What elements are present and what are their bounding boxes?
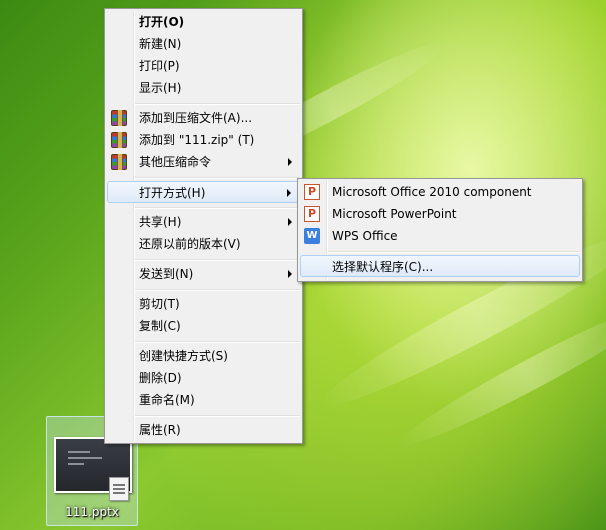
file-name-label: 111.pptx bbox=[65, 505, 119, 519]
submenu-item-office-2010[interactable]: P Microsoft Office 2010 component bbox=[300, 181, 580, 203]
open-with-submenu: P Microsoft Office 2010 component P Micr… bbox=[297, 178, 583, 282]
menu-item-print[interactable]: 打印(P) bbox=[107, 55, 300, 77]
context-menu: 打开(O) 新建(N) 打印(P) 显示(H) 添加到压缩文件(A)... 添加… bbox=[104, 8, 303, 444]
menu-separator bbox=[135, 103, 300, 105]
menu-item-open[interactable]: 打开(O) bbox=[107, 11, 300, 33]
archive-icon bbox=[111, 154, 127, 170]
menu-item-new[interactable]: 新建(N) bbox=[107, 33, 300, 55]
submenu-arrow-icon bbox=[288, 218, 292, 226]
menu-item-create-shortcut[interactable]: 创建快捷方式(S) bbox=[107, 345, 300, 367]
menu-item-open-with[interactable]: 打开方式(H) bbox=[107, 181, 300, 203]
menu-item-properties[interactable]: 属性(R) bbox=[107, 419, 300, 441]
pptx-file-type-icon bbox=[109, 477, 129, 501]
archive-icon bbox=[111, 110, 127, 126]
menu-item-copy[interactable]: 复制(C) bbox=[107, 315, 300, 337]
powerpoint-icon: P bbox=[304, 184, 320, 200]
submenu-item-choose-default[interactable]: 选择默认程序(C)... bbox=[300, 255, 580, 277]
menu-item-show[interactable]: 显示(H) bbox=[107, 77, 300, 99]
menu-separator bbox=[135, 289, 300, 291]
menu-item-restore-versions[interactable]: 还原以前的版本(V) bbox=[107, 233, 300, 255]
menu-item-send-to[interactable]: 发送到(N) bbox=[107, 263, 300, 285]
menu-item-other-compress[interactable]: 其他压缩命令 bbox=[107, 151, 300, 173]
menu-item-delete[interactable]: 删除(D) bbox=[107, 367, 300, 389]
menu-item-share[interactable]: 共享(H) bbox=[107, 211, 300, 233]
submenu-arrow-icon bbox=[288, 270, 292, 278]
submenu-arrow-icon bbox=[287, 189, 291, 197]
submenu-item-powerpoint[interactable]: P Microsoft PowerPoint bbox=[300, 203, 580, 225]
menu-separator bbox=[135, 259, 300, 261]
submenu-arrow-icon bbox=[288, 158, 292, 166]
powerpoint-icon: P bbox=[304, 206, 320, 222]
archive-icon bbox=[111, 132, 127, 148]
menu-separator bbox=[328, 251, 580, 253]
menu-separator bbox=[135, 415, 300, 417]
menu-item-add-to-zip[interactable]: 添加到 "111.zip" (T) bbox=[107, 129, 300, 151]
menu-item-add-to-archive[interactable]: 添加到压缩文件(A)... bbox=[107, 107, 300, 129]
menu-item-cut[interactable]: 剪切(T) bbox=[107, 293, 300, 315]
menu-separator bbox=[135, 341, 300, 343]
submenu-item-wps-office[interactable]: W WPS Office bbox=[300, 225, 580, 247]
menu-item-rename[interactable]: 重命名(M) bbox=[107, 389, 300, 411]
menu-separator bbox=[135, 207, 300, 209]
menu-separator bbox=[135, 177, 300, 179]
wps-icon: W bbox=[304, 228, 320, 244]
